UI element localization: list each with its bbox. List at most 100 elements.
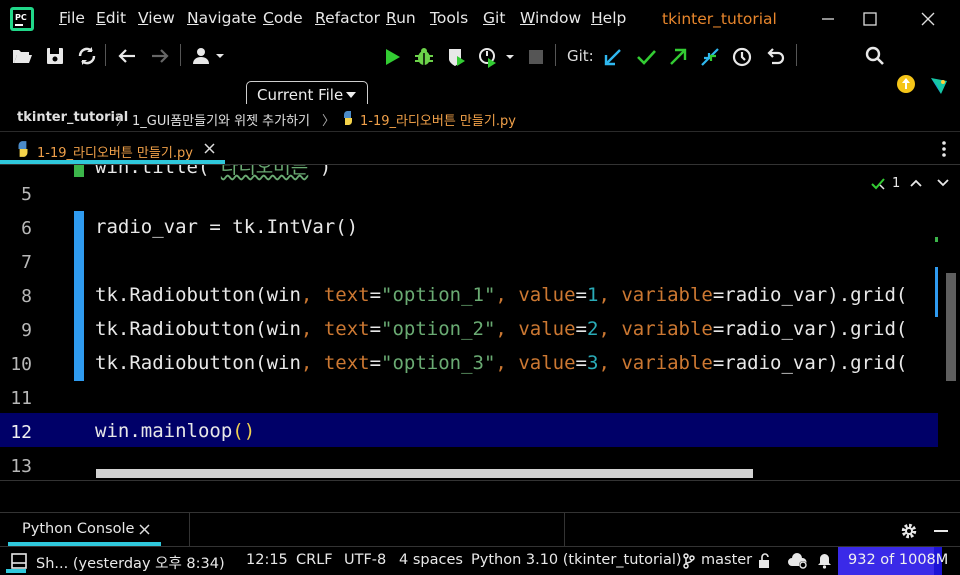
- menu-window[interactable]: Window: [520, 9, 581, 27]
- gutter-change-marker: [74, 211, 84, 381]
- git-branch[interactable]: master: [701, 552, 752, 568]
- code-text: tk.Radiobutton(win, text="option_3", val…: [95, 352, 908, 374]
- gutter-added-marker: [74, 165, 84, 177]
- rollback-icon[interactable]: [764, 46, 786, 68]
- line-number[interactable]: 8: [0, 286, 32, 307]
- progress-indicator: [6, 569, 26, 573]
- breadcrumb: tkinter_tutorial 〉 1_GUI폼만들기와 위젯 추가하기 〉 …: [0, 104, 960, 132]
- code-text: win.mainloop(): [95, 420, 256, 442]
- menu-file[interactable]: File: [59, 9, 85, 27]
- line-number[interactable]: 6: [0, 218, 32, 239]
- notifications-bell-icon[interactable]: [817, 553, 832, 569]
- indent-settings[interactable]: 4 spaces: [399, 552, 463, 568]
- code-line: 9 tk.Radiobutton(win, text="option_2", va…: [0, 313, 938, 347]
- editor-tab-label: 1-19_라디오버튼 만들기.py: [37, 146, 193, 161]
- save-icon[interactable]: [44, 45, 66, 67]
- git-label: Git:: [567, 47, 594, 65]
- run-icon[interactable]: [381, 46, 403, 68]
- back-icon[interactable]: [116, 45, 138, 67]
- code-line: 12 win.mainloop(): [0, 415, 938, 449]
- line-number[interactable]: 13: [0, 456, 32, 477]
- menu-tools[interactable]: Tools: [430, 9, 468, 27]
- user-menu-icon[interactable]: [190, 45, 226, 67]
- minimize-panel-icon[interactable]: [932, 522, 950, 540]
- horizontal-scrollbar[interactable]: [96, 469, 753, 478]
- git-commit-icon[interactable]: [635, 46, 657, 68]
- next-highlight-icon[interactable]: [936, 177, 950, 189]
- breadcrumb-separator: 〉: [116, 114, 130, 129]
- run-config-label: Current File: [257, 86, 344, 104]
- line-number[interactable]: 12: [0, 422, 32, 443]
- inspection-ok-icon[interactable]: [871, 177, 889, 191]
- git-push-icon[interactable]: [667, 46, 689, 68]
- debug-icon[interactable]: [413, 46, 435, 68]
- stop-icon[interactable]: [525, 46, 547, 68]
- menu-navigate[interactable]: Navigate: [187, 9, 257, 27]
- status-bar: Sh... (yesterday 오후 8:34) 12:15 CRLF UTF…: [0, 546, 960, 575]
- menu-refactor[interactable]: Refactor: [315, 9, 380, 27]
- line-number[interactable]: 9: [0, 320, 32, 341]
- gear-icon[interactable]: [900, 522, 918, 540]
- toggle-tool-windows-icon[interactable]: [11, 553, 27, 569]
- menu-run[interactable]: Run: [386, 9, 416, 27]
- code-text: radio_var = tk.IntVar(): [95, 216, 359, 238]
- line-number[interactable]: 7: [0, 252, 32, 273]
- editor-tab[interactable]: 1-19_라디오버튼 만들기.py: [0, 132, 225, 165]
- memory-indicator[interactable]: 932 of 1008M: [838, 547, 948, 575]
- minimize-icon[interactable]: [812, 6, 844, 32]
- ai-assistant-icon[interactable]: [928, 74, 950, 96]
- menu-git[interactable]: Git: [483, 9, 505, 27]
- history-icon[interactable]: [731, 46, 753, 68]
- scroll-mark: [935, 237, 938, 242]
- line-number[interactable]: 10: [0, 354, 32, 375]
- open-folder-icon[interactable]: [11, 45, 33, 67]
- python-console-tab[interactable]: Python Console: [8, 513, 161, 546]
- project-title: tkinter_tutorial: [662, 10, 777, 28]
- code-line: 5: [0, 177, 938, 211]
- more-options-icon[interactable]: [938, 140, 950, 158]
- breadcrumb-folder[interactable]: 1_GUI폼만들기와 위젯 추가하기: [132, 110, 310, 129]
- close-tab-icon[interactable]: [204, 143, 215, 154]
- search-icon[interactable]: [864, 45, 886, 67]
- git-merge-icon[interactable]: [699, 46, 721, 68]
- active-tab-indicator: [0, 160, 225, 164]
- line-number[interactable]: 11: [0, 388, 32, 409]
- ide-update-icon[interactable]: [896, 74, 916, 94]
- pycharm-logo-icon: PC: [10, 7, 34, 31]
- git-update-icon[interactable]: [602, 46, 624, 68]
- code-text: tk.Radiobutton(win, text="option_1", val…: [95, 284, 908, 306]
- line-number[interactable]: 5: [0, 184, 32, 205]
- vcs-status[interactable]: Sh... (yesterday 오후 8:34): [36, 552, 225, 573]
- vertical-scrollbar[interactable]: [946, 273, 956, 381]
- caret-position[interactable]: 12:15: [246, 552, 288, 568]
- scroll-mark: [935, 267, 938, 317]
- menu-help[interactable]: Help: [591, 9, 626, 27]
- menu-view[interactable]: View: [138, 9, 175, 27]
- file-encoding[interactable]: UTF-8: [344, 552, 386, 568]
- profile-run-icon[interactable]: [477, 46, 517, 68]
- forward-icon[interactable]: [149, 45, 171, 67]
- code-text: tk.Radiobutton(win, text="option_2", val…: [95, 318, 908, 340]
- run-with-coverage-icon[interactable]: [446, 46, 468, 68]
- tool-window-tab-bar: Python Console: [0, 512, 960, 547]
- breadcrumb-file[interactable]: 1-19_라디오버튼 만들기.py: [360, 110, 516, 129]
- python-interpreter[interactable]: Python 3.10 (tkinter_tutorial): [471, 552, 682, 568]
- python-file-icon: [343, 111, 353, 125]
- memory-label: 932 of 1008M: [848, 552, 949, 568]
- breadcrumb-project[interactable]: tkinter_tutorial: [17, 110, 128, 125]
- menu-edit[interactable]: Edit: [96, 9, 126, 27]
- previous-highlight-icon[interactable]: [909, 177, 923, 189]
- python-file-icon: [18, 141, 28, 157]
- editor-tab-bar: 1-19_라디오버튼 만들기.py: [0, 132, 960, 165]
- git-branch-icon: [683, 553, 695, 569]
- sync-icon[interactable]: [76, 45, 98, 67]
- maximize-icon[interactable]: [854, 6, 886, 32]
- tool-window-area: [0, 480, 960, 512]
- menu-code[interactable]: Code: [263, 9, 303, 27]
- unlock-icon[interactable]: [758, 553, 772, 569]
- close-tab-icon[interactable]: [139, 524, 150, 535]
- cloud-sync-icon[interactable]: [787, 552, 809, 570]
- code-editor[interactable]: win.title("라디오버튼") 5 6 radio_var = tk.IntV…: [0, 165, 960, 480]
- line-separator[interactable]: CRLF: [296, 552, 333, 568]
- close-window-icon[interactable]: [912, 6, 944, 32]
